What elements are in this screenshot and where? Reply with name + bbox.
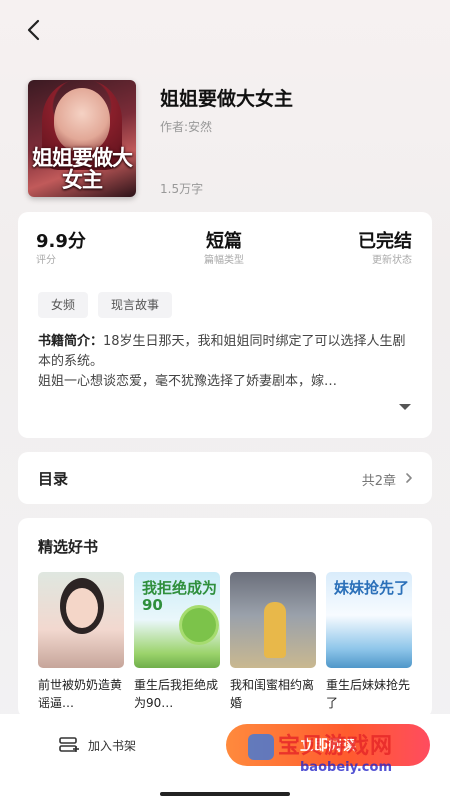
rating-value: 9.9分 — [36, 231, 86, 252]
bottom-action-bar: 加入书架 立即阅读 — [0, 714, 450, 800]
tag-chip[interactable]: 现言故事 — [98, 292, 173, 318]
bookshelf-icon — [59, 737, 79, 752]
chevron-right-icon — [406, 473, 412, 483]
cover-text: 我拒绝成为90 — [142, 579, 218, 614]
back-button[interactable] — [20, 16, 48, 44]
word-count: 1.5万字 — [160, 182, 204, 196]
section-title: 精选好书 — [38, 538, 99, 556]
add-to-shelf-label: 加入书架 — [88, 738, 137, 753]
recommended-cover — [230, 572, 316, 668]
length-stat: 短篇 篇幅类型 — [188, 230, 260, 268]
chevron-left-icon — [27, 19, 40, 41]
recommended-book[interactable]: 妹妹抢先了 重生后妹妹抢先了 — [326, 572, 412, 712]
status-label: 更新状态 — [372, 255, 412, 266]
book-intro[interactable]: 书籍简介：18岁生日那天，我和姐姐同时绑定了可以选择人生剧本的系统。 姐姐一心想… — [38, 332, 410, 392]
tag-list: 女频 现言故事 — [38, 292, 173, 318]
recommended-book[interactable]: 前世被奶奶造黄谣逼… — [38, 572, 124, 712]
cover-text: 妹妹抢先了 — [334, 579, 410, 597]
rating-label: 评分 — [36, 255, 56, 266]
intro-label: 书籍简介： — [38, 334, 104, 349]
toc-label: 目录 — [38, 470, 69, 488]
status-stat: 已完结 更新状态 — [358, 230, 412, 268]
stats-row: 9.9分 评分 短篇 篇幅类型 已完结 更新状态 — [18, 230, 432, 276]
book-header: 姐姐要做大女主 姐姐要做大女主 作者:安然 1.5万字 — [28, 80, 428, 200]
recommended-section: 精选好书 前世被奶奶造黄谣逼… 我拒绝成为90 重生后我拒绝成为90… 我和闺蜜… — [18, 518, 432, 718]
book-cover[interactable]: 姐姐要做大女主 — [28, 80, 136, 197]
read-now-button[interactable]: 立即阅读 — [226, 724, 430, 766]
chapter-count: 共2章 — [361, 474, 396, 489]
intro-text-line2: 姐姐一心想谈恋爱，毫不犹豫选择了娇妻剧本，嫁… — [38, 374, 338, 389]
book-title: 姐姐要做大女主 — [160, 88, 294, 110]
tag-chip[interactable]: 女频 — [38, 292, 89, 318]
recommended-title: 前世被奶奶造黄谣逼… — [38, 678, 123, 710]
length-value: 短篇 — [206, 231, 242, 252]
length-label: 篇幅类型 — [204, 255, 244, 266]
status-value: 已完结 — [358, 231, 412, 252]
toc-row[interactable]: 目录 共2章 — [18, 452, 432, 504]
recommended-cover: 我拒绝成为90 — [134, 572, 220, 668]
recommended-title: 我和闺蜜相约离婚 — [230, 678, 315, 710]
recommended-list: 前世被奶奶造黄谣逼… 我拒绝成为90 重生后我拒绝成为90… 我和闺蜜相约离婚 … — [38, 572, 412, 712]
rating-stat: 9.9分 评分 — [36, 230, 86, 268]
book-info-card: 9.9分 评分 短篇 篇幅类型 已完结 更新状态 女频 现言故事 书籍简介：18… — [18, 212, 432, 438]
triangle-down-icon[interactable] — [398, 402, 412, 412]
recommended-cover — [38, 572, 124, 668]
recommended-title: 重生后我拒绝成为90… — [134, 678, 219, 710]
recommended-title: 重生后妹妹抢先了 — [326, 678, 411, 710]
cover-face — [54, 88, 110, 152]
add-to-shelf-button[interactable]: 加入书架 — [58, 736, 136, 754]
cover-title: 姐姐要做大女主 — [32, 145, 133, 192]
author[interactable]: 作者:安然 — [160, 118, 212, 135]
recommended-cover: 妹妹抢先了 — [326, 572, 412, 668]
home-indicator — [160, 792, 290, 796]
recommended-book[interactable]: 我拒绝成为90 重生后我拒绝成为90… — [134, 572, 220, 712]
recommended-book[interactable]: 我和闺蜜相约离婚 — [230, 572, 316, 712]
